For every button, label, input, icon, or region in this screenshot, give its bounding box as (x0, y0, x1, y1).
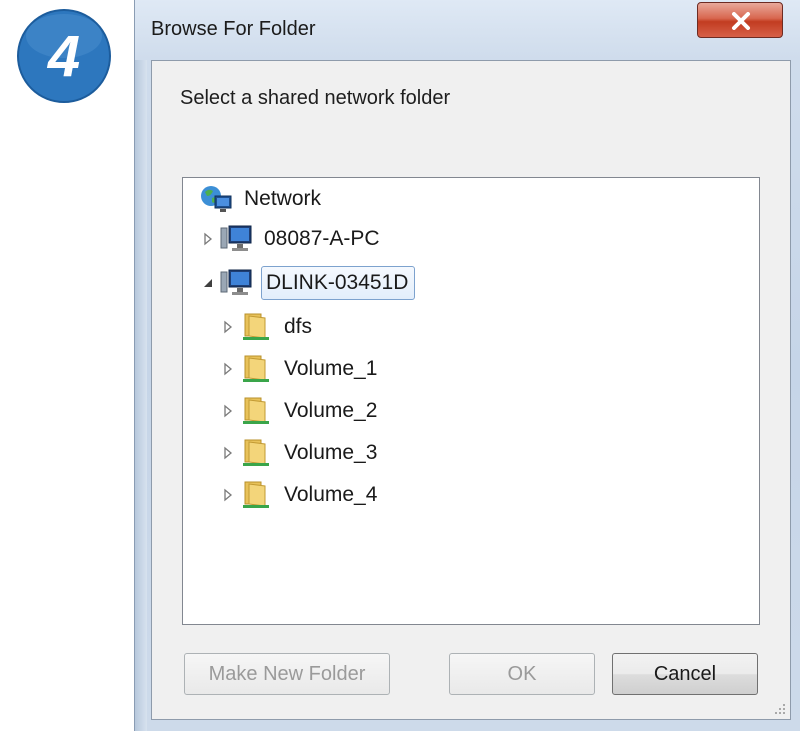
resize-grip-icon[interactable] (772, 701, 786, 715)
shared-folder-icon (243, 397, 269, 424)
computer-icon (220, 225, 252, 251)
tree-item-label: Volume_4 (284, 483, 378, 506)
tree-item-label: Volume_1 (284, 357, 378, 380)
tree-item-label: DLINK-03451D (261, 266, 416, 300)
cancel-button[interactable]: Cancel (612, 653, 758, 695)
tree-item-08087-a-pc[interactable]: 08087-A-PC (201, 220, 386, 258)
dialog-title: Browse For Folder (151, 18, 316, 40)
tree-item-label: Volume_3 (284, 441, 378, 464)
shared-folder-icon (243, 313, 269, 340)
ok-button[interactable]: OK (449, 653, 595, 695)
browse-for-folder-dialog: Browse For Folder Select a shared networ… (134, 0, 800, 731)
tree-item-volume-3[interactable]: Volume_3 (221, 434, 383, 472)
expand-arrow-icon[interactable] (221, 404, 235, 418)
shared-folder-icon (243, 481, 269, 508)
expand-arrow-icon[interactable] (221, 362, 235, 376)
shared-folder-icon (243, 355, 269, 382)
tree-item-volume-1[interactable]: Volume_1 (221, 350, 383, 388)
expand-arrow-icon[interactable] (221, 320, 235, 334)
tree-item-dlink-03451d[interactable]: DLINK-03451D (201, 264, 416, 302)
tree-item-label: Network (244, 187, 322, 210)
network-icon (201, 186, 232, 212)
tree-item-label: dfs (284, 315, 313, 338)
computer-icon (220, 269, 252, 295)
collapse-arrow-icon[interactable] (201, 276, 215, 290)
expand-arrow-icon[interactable] (221, 446, 235, 460)
tree-item-label: Volume_2 (284, 399, 378, 422)
expand-arrow-icon[interactable] (201, 232, 215, 246)
close-button[interactable] (697, 2, 783, 38)
close-icon (732, 12, 750, 30)
tree-item-dfs[interactable]: dfs (221, 308, 318, 346)
dialog-prompt: Select a shared network folder (180, 87, 451, 109)
tree-item-volume-2[interactable]: Volume_2 (221, 392, 383, 430)
tree-item-volume-4[interactable]: Volume_4 (221, 476, 383, 514)
make-new-folder-button[interactable]: Make New Folder (184, 653, 390, 695)
tree-item-network[interactable]: Network (199, 180, 327, 218)
tree-item-label: 08087-A-PC (264, 227, 380, 250)
title-bar: Browse For Folder (135, 0, 800, 60)
step-number: 4 (47, 24, 80, 89)
folder-tree[interactable]: Network 08087-A-PC DLINK-03451D dfs Volu… (182, 177, 760, 625)
expand-arrow-icon[interactable] (221, 488, 235, 502)
shared-folder-icon (243, 439, 269, 466)
dialog-body: Select a shared network folder Network 0… (151, 60, 791, 720)
step-number-badge: 4 (17, 9, 111, 103)
